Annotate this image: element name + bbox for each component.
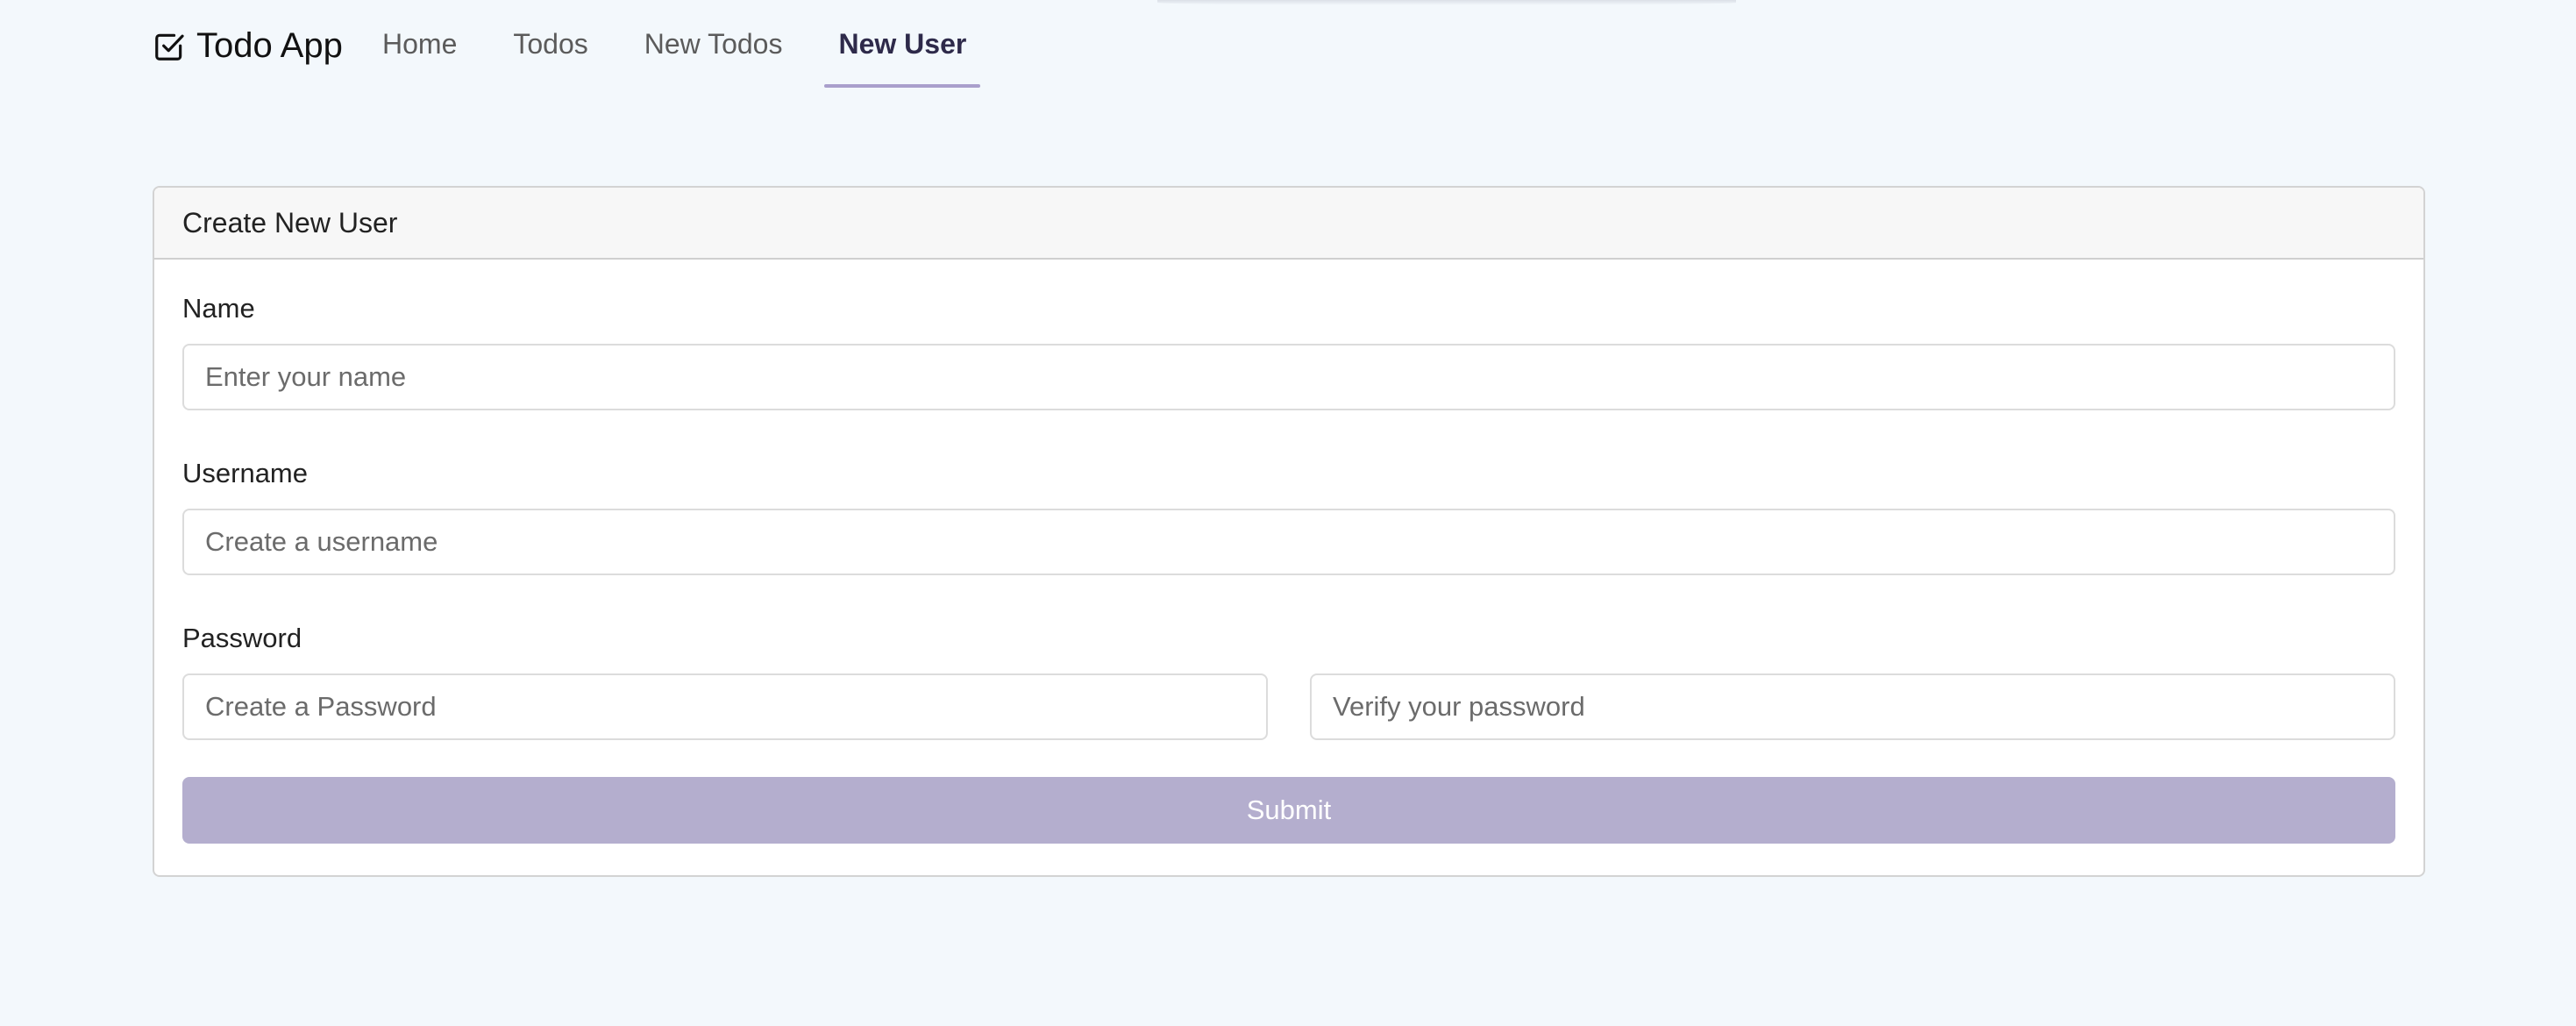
checkbox-icon [153,30,186,63]
nav-item-new-user[interactable]: New User [824,0,981,88]
name-label: Name [182,293,255,324]
username-label: Username [182,458,308,488]
brand[interactable]: Todo App [153,26,343,66]
create-user-card: Create New User Name Username Password S… [153,186,2425,877]
brand-name: Todo App [196,26,343,65]
username-input[interactable] [182,509,2395,575]
navbar: Todo App Home Todos New Todos New User [0,0,2576,88]
card-title: Create New User [154,188,2423,260]
nav-items: Home Todos New Todos New User [368,0,1008,88]
verify-password-input[interactable] [1310,673,2395,740]
nav-item-home[interactable]: Home [368,0,471,88]
nav-item-todos[interactable]: Todos [499,0,601,88]
submit-button[interactable]: Submit [182,777,2395,844]
password-label: Password [182,623,302,653]
nav-item-new-todos[interactable]: New Todos [630,0,797,88]
name-input[interactable] [182,344,2395,410]
password-input[interactable] [182,673,1268,740]
